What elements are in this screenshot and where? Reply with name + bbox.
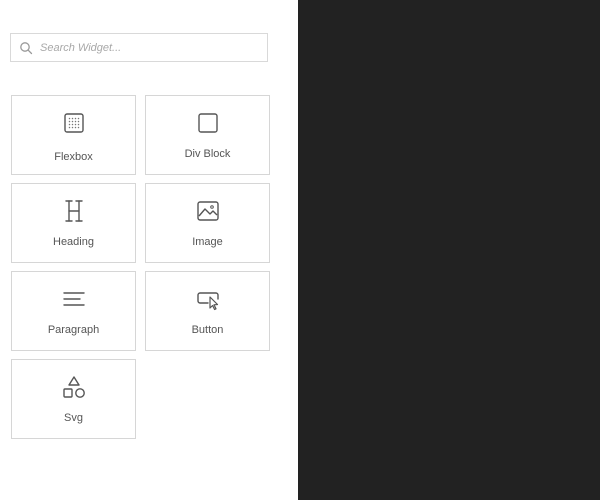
editor-canvas[interactable] [298, 0, 600, 500]
widget-label: Flexbox [54, 151, 93, 163]
widget-label: Image [192, 236, 223, 248]
widget-tile-heading[interactable]: Heading [11, 183, 136, 263]
svg-shapes-icon [61, 374, 87, 400]
widget-label: Paragraph [47, 324, 100, 336]
heading-icon [61, 198, 87, 224]
editor-app: Flexbox Div Block [0, 0, 600, 500]
widget-tile-paragraph[interactable]: Paragraph [11, 271, 136, 351]
widget-label: Button [191, 324, 224, 336]
flexbox-icon [61, 110, 87, 136]
widget-tile-button[interactable]: Button [145, 271, 270, 351]
search-input[interactable] [40, 41, 250, 54]
widget-label: Heading [53, 236, 94, 248]
button-icon [195, 286, 221, 312]
widget-tile-flexbox[interactable]: Flexbox [11, 95, 136, 175]
image-icon [195, 198, 221, 224]
search-box[interactable] [10, 33, 268, 62]
div-block-icon [195, 110, 221, 136]
widget-tile-image[interactable]: Image [145, 183, 270, 263]
widget-panel: Flexbox Div Block [0, 0, 298, 500]
widget-label: Svg [64, 412, 83, 424]
widget-tile-div-block[interactable]: Div Block [145, 95, 270, 175]
paragraph-icon [61, 286, 87, 312]
widget-tile-svg[interactable]: Svg [11, 359, 136, 439]
search-icon [20, 41, 33, 54]
widget-label: Div Block [184, 148, 231, 160]
